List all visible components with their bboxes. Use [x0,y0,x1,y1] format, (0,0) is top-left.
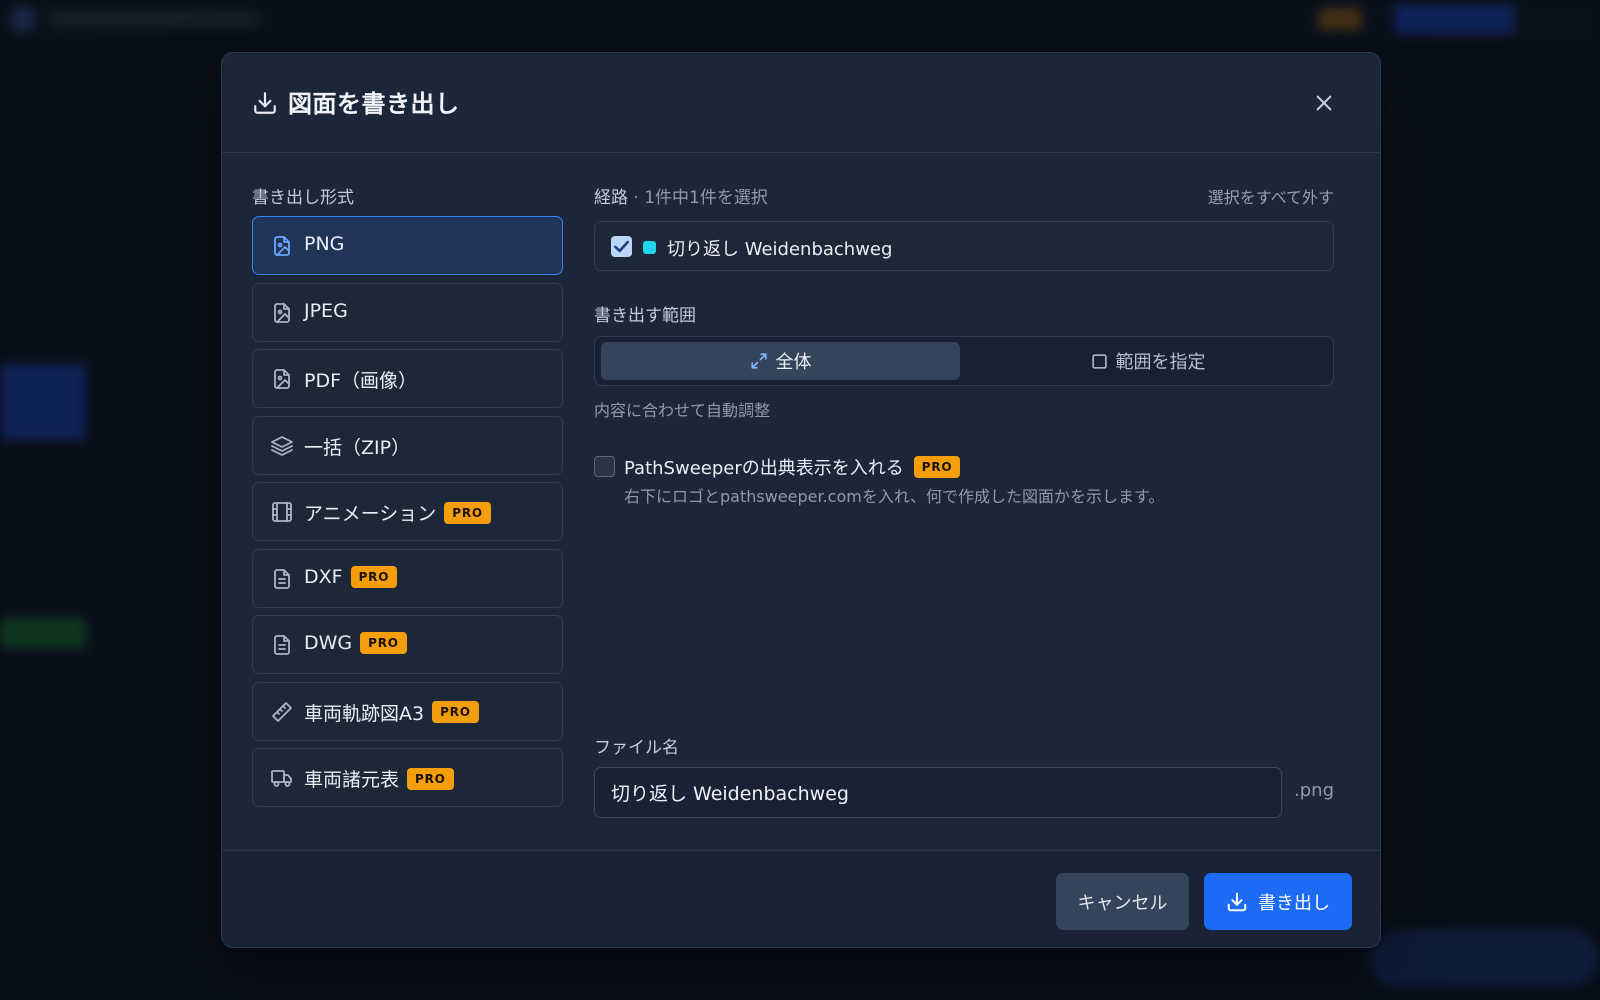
attribution-description: 右下にロゴとpathsweeper.comを入れ、何で作成した図面かを示します。 [624,487,1165,506]
route-checkbox[interactable] [611,236,632,257]
route-name: 切り返し Weidenbachweg [667,239,893,260]
pro-badge: PRO [350,565,398,588]
attribution-checkbox[interactable] [594,456,615,477]
square-icon [1091,353,1107,369]
format-option-8[interactable]: 車両諸元表 PRO [252,748,563,807]
format-section-label: 書き出し形式 [252,188,354,208]
cancel-button[interactable]: キャンセル [1056,873,1189,930]
format-option-text: DWG [304,632,353,654]
format-option-label: 車両諸元表 PRO [304,765,454,792]
close-button[interactable] [1308,87,1340,119]
dialog-header: 図面を書き出し [222,53,1380,153]
range-hint: 内容に合わせて自動調整 [594,401,771,420]
film-icon [272,502,292,522]
format-option-5[interactable]: DXF PRO [252,548,563,608]
filename-label: ファイル名 [594,738,679,758]
format-option-text: 一括（ZIP） [304,436,411,459]
format-option-text: 車両諸元表 [304,769,400,791]
dialog-footer: キャンセル 書き出し [222,850,1380,947]
range-option-all-label: 全体 [775,352,812,373]
image-file-icon [274,236,290,256]
pro-badge: PRO [444,501,491,524]
close-icon [1316,95,1332,111]
truck-icon [271,770,292,787]
file-extension: .png [1294,780,1334,801]
expand-icon [750,353,767,369]
format-option-3[interactable]: 一括（ZIP） [252,415,563,475]
export-dialog: 図面を書き出し 書き出し形式 PNG JPEG PDF（画像） 一括（ZIP） アニメー… [221,52,1381,948]
format-option-label: 一括（ZIP） [304,433,410,460]
format-option-text: 車両軌跡図A3 [304,702,425,725]
route-color-swatch [643,241,656,254]
range-option-custom-label: 範囲を指定 [1115,352,1206,373]
format-option-7[interactable]: 車両軌跡図A3 PRO [252,681,563,741]
attribution-label-text: PathSweeperの出典表示を入れる [624,458,904,479]
dialog-title: 図面を書き出し [288,90,460,118]
range-section-label: 書き出す範囲 [594,306,696,326]
route-label: 経路 [594,188,628,208]
download-icon [1227,892,1247,911]
range-option-all[interactable]: 全体 [601,342,960,380]
document-icon [274,635,290,655]
filename-input[interactable] [594,767,1282,818]
format-option-label: アニメーション PRO [304,499,491,526]
ruler-icon [272,701,292,722]
download-icon [254,92,276,114]
format-option-text: PDF（画像） [304,370,418,392]
format-option-label: DWG PRO [304,632,407,654]
format-option-6[interactable]: DWG PRO [252,615,563,674]
route-item[interactable]: 切り返し Weidenbachweg [594,221,1334,271]
format-option-label: PDF（画像） [304,366,417,393]
export-button[interactable]: 書き出し [1204,873,1352,930]
range-segmented-control: 全体 範囲を指定 [594,336,1334,386]
attribution-label[interactable]: PathSweeperの出典表示を入れる PRO [624,454,961,480]
cancel-button-label: キャンセル [1077,892,1168,914]
format-option-text: DXF [304,565,343,588]
range-option-custom[interactable]: 範囲を指定 [967,342,1329,380]
image-file-icon [274,369,290,389]
format-option-label: 車両軌跡図A3 PRO [304,699,479,726]
image-file-icon [274,302,290,323]
format-option-1[interactable]: JPEG [252,282,563,342]
export-button-label: 書き出し [1258,892,1330,914]
document-icon [274,568,290,589]
format-option-text: PNG [304,233,345,255]
deselect-all-link[interactable]: 選択をすべて外す [1208,184,1334,208]
pro-badge: PRO [432,701,479,723]
route-selection-summary: · 1件中1件を選択 [628,188,768,208]
format-option-2[interactable]: PDF（画像） [252,349,563,408]
format-option-4[interactable]: アニメーション PRO [252,482,563,541]
format-option-label: DXF PRO [304,565,398,588]
layers-icon [271,435,293,456]
format-option-0[interactable]: PNG [252,216,563,275]
format-option-label: JPEG [304,300,348,322]
check-icon [614,240,629,253]
pro-badge: PRO [913,456,961,478]
format-option-label: PNG [304,233,344,255]
route-section-label: 経路 · 1件中1件を選択 [594,183,768,208]
format-option-text: アニメーション [304,503,437,525]
pro-badge: PRO [407,767,454,790]
format-option-text: JPEG [304,299,348,322]
pro-badge: PRO [360,632,407,654]
